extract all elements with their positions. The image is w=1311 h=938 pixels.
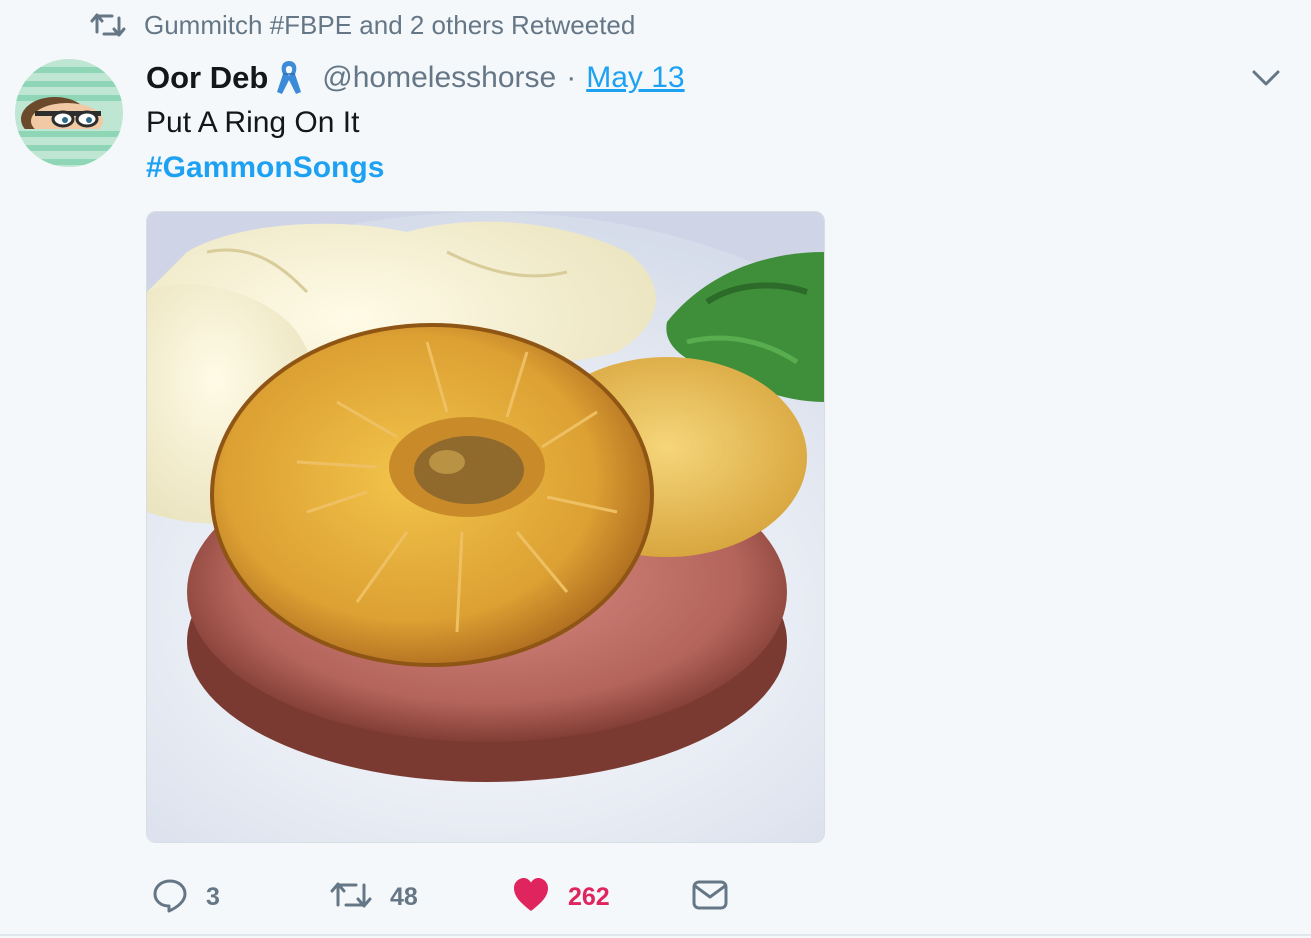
chevron-down-icon[interactable]	[1248, 64, 1284, 92]
avatar[interactable]	[15, 59, 123, 167]
heart-icon	[512, 877, 550, 918]
retweet-count: 48	[390, 882, 418, 911]
retweet-context-text[interactable]: Gummitch #FBPE and 2 others Retweeted	[144, 10, 635, 41]
retweet-context[interactable]: Gummitch #FBPE and 2 others Retweeted	[90, 8, 635, 42]
like-button[interactable]: 262	[512, 872, 610, 922]
reply-count: 3	[206, 882, 220, 911]
author-name[interactable]: Oor Deb	[146, 60, 268, 96]
tweet-media-image[interactable]	[146, 211, 825, 843]
tweet-card[interactable]: Gummitch #FBPE and 2 others Retweeted Oo	[0, 0, 1311, 938]
retweet-button[interactable]: 48	[330, 872, 418, 922]
author-handle[interactable]: @homelesshorse	[322, 61, 556, 95]
retweet-icon	[330, 877, 372, 918]
tweet-actions: 3 48 262	[146, 872, 846, 922]
hashtag-link[interactable]: #GammonSongs	[146, 148, 384, 188]
retweet-icon	[90, 10, 126, 40]
tweet-timestamp[interactable]: May 13	[586, 61, 684, 95]
direct-message-button[interactable]	[692, 872, 728, 922]
reply-button[interactable]: 3	[152, 872, 220, 922]
tweet-header: Oor Deb @homelesshorse · May 13	[146, 56, 685, 100]
tweet-divider	[0, 934, 1311, 936]
blue-ribbon-icon	[274, 58, 304, 98]
envelope-icon	[692, 879, 728, 916]
like-count: 262	[568, 882, 610, 911]
reply-icon	[152, 877, 188, 918]
header-separator: ·	[566, 61, 577, 94]
tweet-text: Put A Ring On It	[146, 106, 360, 139]
